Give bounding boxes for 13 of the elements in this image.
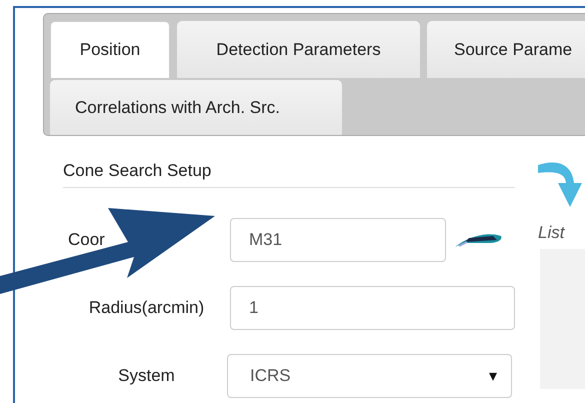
logo-icon[interactable] bbox=[453, 231, 503, 249]
section-title: Cone Search Setup bbox=[63, 161, 515, 188]
tab[interactable]: Correlations with Arch. Src. bbox=[50, 80, 342, 135]
field-label: Radius(arcmin) bbox=[88, 298, 206, 318]
tab[interactable]: Detection Parameters bbox=[177, 21, 420, 78]
tab[interactable]: Source Parame bbox=[427, 21, 585, 78]
tab[interactable]: Position bbox=[50, 21, 170, 78]
select-field[interactable]: ICRS ▾ bbox=[227, 354, 512, 398]
input-field[interactable]: 1 bbox=[230, 286, 515, 330]
input-field[interactable]: M31 bbox=[230, 218, 446, 262]
field-label: System bbox=[117, 366, 176, 386]
field-label: Coor bbox=[67, 230, 106, 250]
caption: List bbox=[538, 223, 566, 243]
